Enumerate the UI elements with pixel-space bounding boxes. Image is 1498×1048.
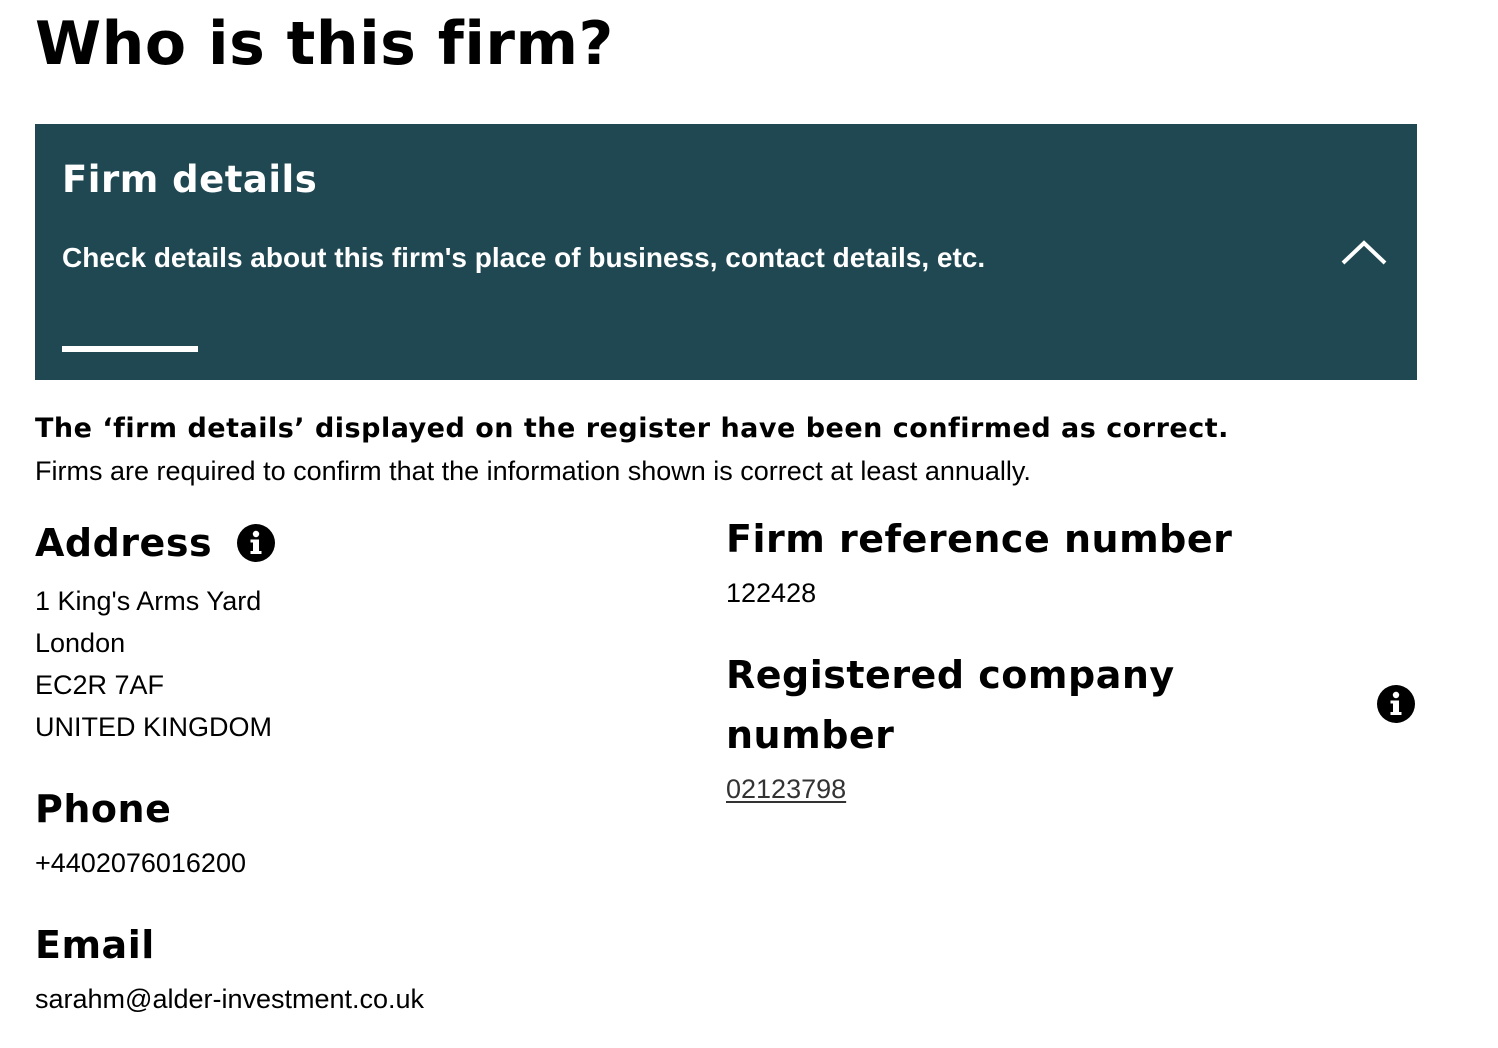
company-number-info-icon[interactable] [1377,685,1415,723]
page-title: Who is this firm? [35,9,614,79]
email-label: Email [35,923,155,967]
frn-label: Firm reference number [726,517,1233,561]
frn-value: 122428 [726,578,817,608]
address-label: Address [35,521,213,565]
address-line-1: 1 King's Arms Yard [35,586,262,616]
phone-value: +4402076016200 [35,848,246,878]
panel-title: Firm details [62,158,318,201]
panel-description: Check details about this firm's place of… [62,242,986,273]
confirmation-statement: The ‘firm details’ displayed on the regi… [35,413,1229,444]
company-number-link[interactable]: 02123798 [726,768,846,810]
address-line-2: London [35,628,126,658]
collapse-toggle-button[interactable] [1337,232,1391,272]
email-value: sarahm@alder-investment.co.uk [35,984,425,1014]
chevron-up-icon [1341,240,1387,265]
address-line-3: EC2R 7AF [35,670,165,700]
company-number-label-line-2: number [726,713,895,757]
company-number-label-line-1: Registered company [726,653,1175,697]
confirmation-note: Firms are required to confirm that the i… [35,456,1031,486]
panel-underline [62,346,198,352]
phone-label: Phone [35,787,172,831]
address-line-4: UNITED KINGDOM [35,712,273,742]
firm-details-panel[interactable]: Firm details Check details about this fi… [35,124,1417,380]
address-info-icon[interactable] [237,524,275,562]
